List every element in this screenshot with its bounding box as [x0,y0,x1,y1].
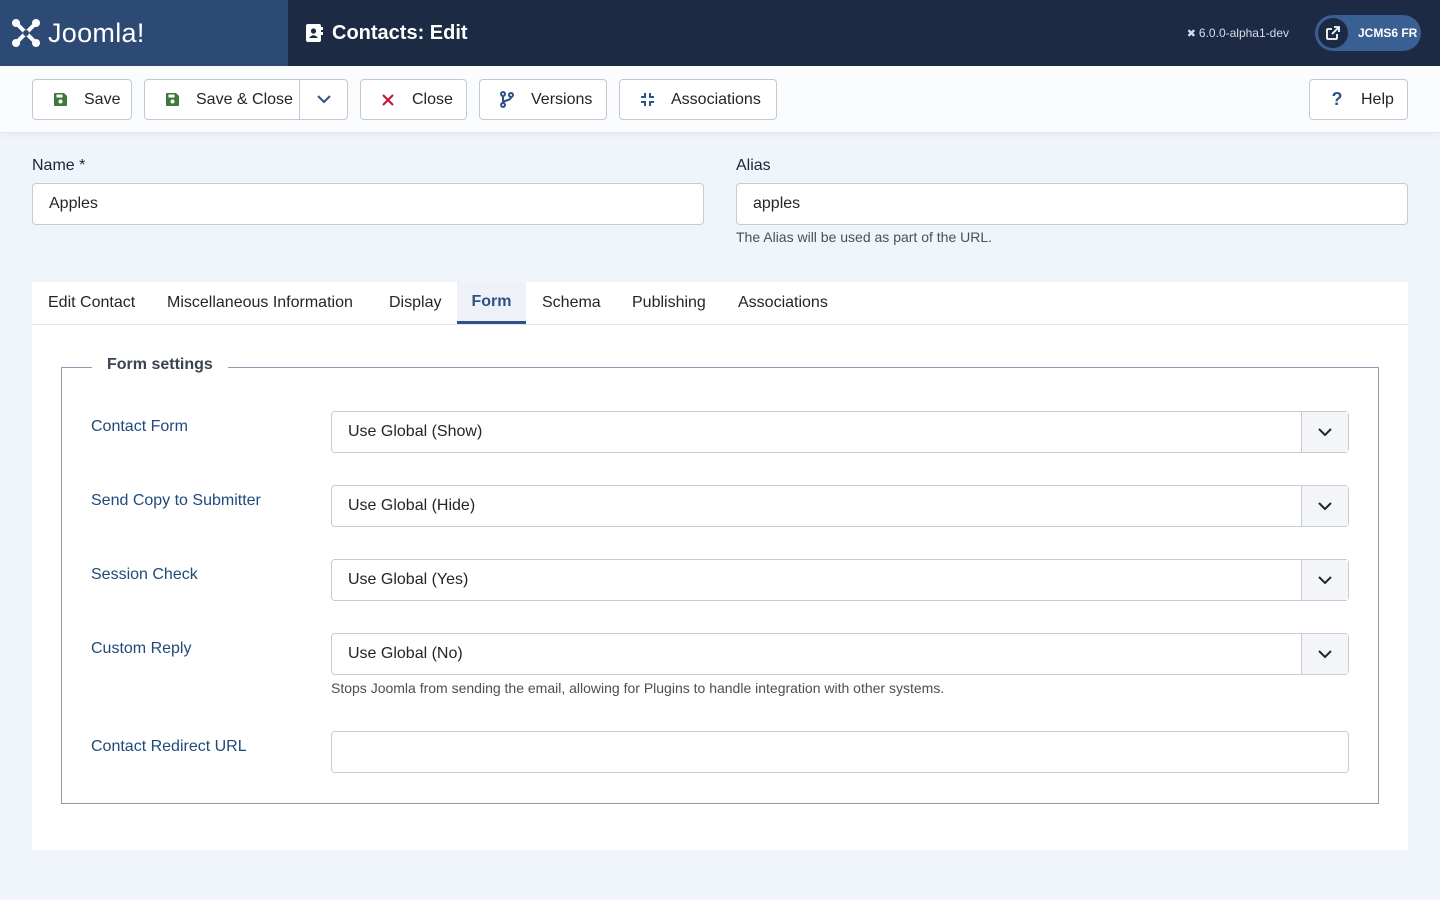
chevron-down-icon [1301,560,1348,600]
help-label: Help [1361,90,1394,108]
logo-text: Joomla! [48,17,145,48]
compress-icon [639,92,655,108]
save-dropdown-toggle[interactable] [299,80,348,119]
custom-reply-description: Stops Joomla from sending the email, all… [331,680,945,696]
custom-reply-value: Use Global (No) [348,645,463,662]
send-copy-value: Use Global (Hide) [348,497,476,514]
external-link-icon [1318,18,1348,48]
close-label: Close [412,90,453,108]
tab-panel: Edit Contact Miscellaneous Information D… [32,282,1408,850]
session-check-value: Use Global (Yes) [348,571,469,588]
chevron-down-icon [1301,486,1348,526]
save-icon [164,92,180,108]
close-icon [380,92,396,108]
site-name: JCMS6 FR [1358,26,1418,40]
help-button[interactable]: ? Help [1309,79,1408,120]
joomla-logo-icon [12,19,40,47]
custom-reply-label: Custom Reply [91,640,192,657]
fieldset-legend: Form settings [92,356,228,374]
alias-hint: The Alias will be used as part of the UR… [736,229,993,245]
page-title: Contacts: Edit [304,0,468,66]
question-icon: ? [1331,89,1343,109]
version-text: 6.0.0-alpha1-dev [1198,26,1289,40]
save-icon [52,92,68,108]
code-branch-icon [499,91,515,108]
session-check-select[interactable]: Use Global (Yes) [331,559,1349,601]
versions-button[interactable]: Versions [479,79,607,120]
associations-button[interactable]: Associations [619,79,777,120]
admin-header: Joomla! Contacts: Edit ✖ 6.0.0-alpha1-de… [0,0,1440,66]
form-settings-fieldset: Form settings Contact Form Use Global (S… [61,356,1379,804]
tab-display[interactable]: Display [389,282,441,324]
custom-reply-select[interactable]: Use Global (No) [331,633,1349,675]
close-button[interactable]: Close [360,79,467,120]
contact-form-select[interactable]: Use Global (Show) [331,411,1349,453]
send-copy-select[interactable]: Use Global (Hide) [331,485,1349,527]
view-site-button[interactable]: JCMS6 FR [1315,15,1421,51]
session-check-label: Session Check [91,566,198,583]
tab-miscellaneous-information[interactable]: Miscellaneous Information [167,282,353,324]
address-book-icon [306,24,323,42]
chevron-down-icon [1301,412,1348,452]
alias-label: Alias [736,157,771,174]
save-label: Save [84,90,121,108]
redirect-url-label: Contact Redirect URL [91,738,247,755]
contact-form-label: Contact Form [91,418,188,435]
chevron-down-icon [1301,634,1348,674]
joomla-logo[interactable]: Joomla! [0,0,288,66]
name-input[interactable]: Apples [32,183,704,225]
tab-schema[interactable]: Schema [542,282,601,324]
tab-associations[interactable]: Associations [738,282,828,324]
versions-label: Versions [531,90,593,108]
version-info: ✖ 6.0.0-alpha1-dev [1187,0,1289,66]
save-close-button[interactable]: Save & Close [144,79,348,120]
page-title-text: Contacts: Edit [332,21,468,44]
alias-input[interactable]: apples [736,183,1408,225]
tab-edit-contact[interactable]: Edit Contact [48,282,135,324]
toolbar: Save Save & Close Close Versions Associa… [0,66,1440,133]
chevron-down-icon [317,95,331,104]
name-label: Name * [32,157,86,174]
send-copy-label: Send Copy to Submitter [91,492,261,509]
redirect-url-input[interactable] [331,731,1349,773]
tab-list: Edit Contact Miscellaneous Information D… [32,282,1408,325]
tab-publishing[interactable]: Publishing [632,282,706,324]
tab-form[interactable]: Form [457,282,526,324]
joomla-small-icon: ✖ [1186,27,1196,40]
contact-form-value: Use Global (Show) [348,423,483,440]
associations-label: Associations [671,90,761,108]
save-close-label: Save & Close [196,90,293,108]
save-button[interactable]: Save [32,79,132,120]
